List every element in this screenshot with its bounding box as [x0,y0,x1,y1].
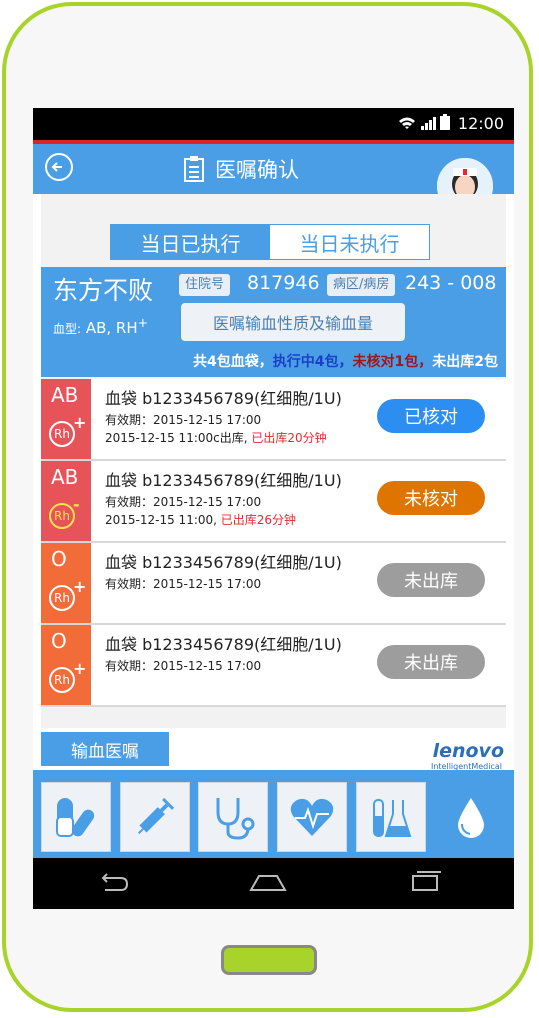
blood-type: 血型: AB, RH+ [53,315,148,337]
app-screen: 12:00 医嘱确认 当日已执行 当日未执行 东方不败 住院号 817946 病… [33,108,514,909]
back-button[interactable] [45,153,73,181]
transfusion-order-tab[interactable]: 输血医嘱 [41,732,169,766]
signal-icon [421,117,436,130]
badge-type: AB [51,383,79,407]
list-item[interactable]: AB Rh + 血袋 b1233456789(红细胞/1U) 有效期：2015-… [41,379,506,461]
summary-total: 共4包血袋， [193,354,273,370]
blood-bag-list: AB Rh + 血袋 b1233456789(红细胞/1U) 有效期：2015-… [41,379,506,707]
badge-type: O [51,547,67,571]
rh-icon: Rh [49,585,75,611]
list-item[interactable]: AB Rh - 血袋 b1233456789(红细胞/1U) 有效期：2015-… [41,461,506,543]
out-time: 2015-12-15 11:00, [105,513,217,527]
rh-sign: + [73,413,87,432]
home-nav-icon[interactable] [249,870,287,894]
summary-not-out: 未出库2包 [432,354,498,370]
status-button[interactable]: 未出库 [377,563,485,597]
patient-name: 东方不败 [53,276,154,305]
badge-type: O [51,629,67,653]
back-nav-icon[interactable] [95,870,129,894]
medicine-icon [56,798,95,837]
out-warning: 已出库20分钟 [251,431,327,445]
status-button[interactable]: 未核对 [377,481,485,515]
execution-tabs: 当日已执行 当日未执行 [110,224,430,260]
wifi-icon [399,117,415,129]
medicine-button[interactable] [41,782,111,852]
summary-executing: 执行中4包， [272,354,353,370]
status-time: 12:00 [457,114,504,133]
heart-monitor-icon [290,798,334,836]
blood-drop-icon [458,798,484,838]
bag-out-time: 2015-12-15 11:00, 已出库26分钟 [105,511,296,528]
clipboard-icon [184,156,204,182]
admission-number: 817946 [247,272,320,294]
bag-name: 血袋 b1233456789(红细胞/1U) [105,471,342,490]
page-title: 医嘱确认 [183,154,299,184]
bag-name: 血袋 b1233456789(红细胞/1U) [105,389,342,408]
lenovo-logo: lenovo [432,740,504,762]
blood-type-badge: O Rh + [41,625,91,705]
out-time: 2015-12-15 11:00c出库, [105,431,248,445]
list-item[interactable]: O Rh + 血袋 b1233456789(红细胞/1U) 有效期：2015-1… [41,625,506,707]
page-title-text: 医嘱确认 [215,158,299,182]
heart-monitor-button[interactable] [277,782,347,852]
status-button[interactable]: 未出库 [377,645,485,679]
stethoscope-icon [216,798,255,840]
stethoscope-button[interactable] [198,782,268,852]
blood-button[interactable] [436,782,506,852]
transfusion-order-button[interactable]: 医嘱输血性质及输血量 [181,303,405,341]
blood-type-badge: O Rh + [41,543,91,623]
rh-icon: Rh [49,667,75,693]
blood-label: 血型: [53,322,82,336]
function-toolbar [33,770,514,858]
list-item[interactable]: O Rh + 血袋 b1233456789(红细胞/1U) 有效期：2015-1… [41,543,506,625]
bag-name: 血袋 b1233456789(红细胞/1U) [105,553,342,572]
rh-sign: - [73,495,80,514]
lab-flask-icon [373,799,412,837]
rh-sign: + [73,577,87,596]
tab-executed[interactable]: 当日已执行 [111,225,270,259]
phone-home-button[interactable] [221,945,317,975]
bag-name: 血袋 b1233456789(红细胞/1U) [105,635,342,654]
android-nav-bar [33,858,514,909]
back-arrow-icon [51,162,62,172]
lab-button[interactable] [356,782,426,852]
recent-apps-icon[interactable] [407,870,441,894]
bag-summary: 共4包血袋，执行中4包，未核对1包，未出库2包 [193,351,498,371]
bag-expiry: 有效期：2015-12-15 17:00 [105,577,262,591]
badge-type: AB [51,465,79,489]
out-warning: 已出库26分钟 [220,513,297,527]
rh-icon: Rh [49,421,75,447]
patient-panel: 东方不败 住院号 817946 病区/病房 243 - 008 血型: AB, … [41,267,506,377]
syringe-icon [138,797,175,834]
blood-type-badge: AB Rh + [41,379,91,459]
bag-expiry: 有效期：2015-12-15 17:00 [105,413,262,427]
rh-sign: + [73,659,87,678]
bag-out-time: 2015-12-15 11:00c出库, 已出库20分钟 [105,429,327,446]
bag-expiry: 有效期：2015-12-15 17:00 [105,495,262,509]
rh-sup: + [137,315,149,330]
rh-icon: Rh [49,503,75,529]
ward-number: 243 - 008 [405,272,497,294]
status-icons [398,114,450,130]
blood-value: AB, RH [85,319,138,337]
ward-tag: 病区/病房 [327,274,396,296]
admission-tag: 住院号 [179,274,231,296]
status-bar: 12:00 [33,108,514,140]
blood-type-badge: AB Rh - [41,461,91,541]
summary-unverified: 未核对1包， [352,354,433,370]
bag-expiry: 有效期：2015-12-15 17:00 [105,659,262,673]
status-button[interactable]: 已核对 [377,399,485,433]
bottom-bar: 输血医嘱 lenovo IntelligentMedical [33,728,514,771]
tab-not-executed[interactable]: 当日未执行 [270,225,429,259]
battery-icon [440,114,450,130]
syringe-button[interactable] [120,782,190,852]
